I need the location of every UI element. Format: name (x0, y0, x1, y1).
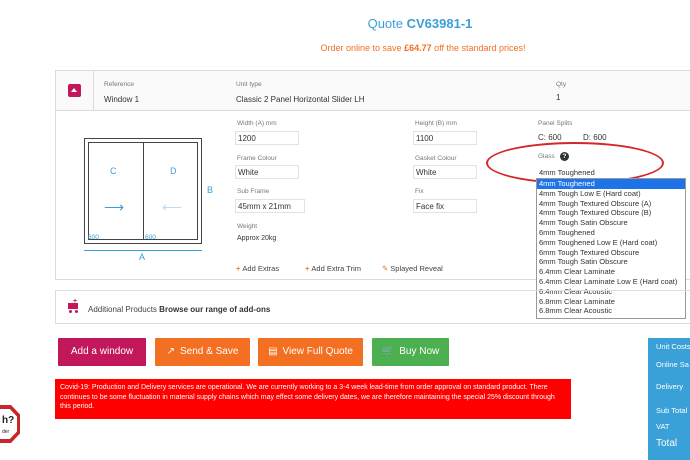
collapse-toggle-button[interactable] (68, 84, 81, 97)
send-save-label: Send & Save (180, 346, 239, 357)
split-d-input[interactable]: D: 600 (583, 133, 607, 142)
frame-colour-label: Frame Colour (237, 155, 277, 162)
unit-type-label: Unit type (236, 81, 262, 88)
trust-badge[interactable]: h? der (0, 405, 20, 443)
add-extra-trim-label: Add Extra Trim (311, 264, 361, 273)
reference-value[interactable]: Window 1 (104, 95, 139, 104)
promo-amount: £64.77 (404, 43, 432, 53)
vat-label: VAT (656, 422, 670, 431)
buy-now-button[interactable]: 🛒 Buy Now (372, 338, 449, 366)
frame-colour-select[interactable]: White (235, 165, 299, 179)
width-dimension-line (84, 250, 202, 251)
qty-label: Qty (556, 81, 567, 88)
delivery-label: Delivery (656, 382, 684, 391)
height-label: Height (B) mm (415, 120, 457, 127)
gasket-colour-select[interactable]: White (413, 165, 477, 179)
price-summary-panel: Unit Costs Online Sa Delivery Sub Total … (648, 338, 690, 460)
online-saving-label: Online Sa (656, 360, 689, 369)
quote-prefix: Quote (367, 16, 403, 31)
glass-option[interactable]: 4mm Tough Textured Obscure (A) (537, 199, 685, 209)
pane-label-left: C (110, 166, 117, 176)
qty-input[interactable]: 1 (556, 93, 560, 102)
edit-icon: ✎ (382, 264, 389, 273)
arrow-left-icon: ⟵ (162, 199, 183, 215)
promo-after: off the standard prices! (434, 43, 526, 53)
glass-option[interactable]: 4mm Tough Low E (Hard coat) (537, 189, 685, 199)
add-window-label: Add a window (70, 346, 134, 357)
fix-select[interactable]: Face fix (413, 199, 477, 213)
unit-costs-label: Unit Costs (656, 342, 690, 351)
additional-products-row: + Additional Products Browse our range o… (55, 290, 690, 324)
badge-text: h? (2, 415, 15, 426)
additional-products-prefix: Additional Products (88, 305, 157, 314)
promo-banner: Order online to save £64.77 off the stan… (0, 43, 690, 53)
glass-option[interactable]: 6mm Toughened Low E (Hard coat) (537, 238, 685, 248)
fix-label: Fix (415, 188, 424, 195)
quote-number: CV63981-1 (406, 16, 473, 31)
share-icon: ↗ (166, 346, 175, 357)
glass-option[interactable]: 6.4mm Clear Laminate (537, 267, 685, 277)
add-extra-trim-link[interactable]: + Add Extra Trim (305, 264, 361, 273)
unit-type-value[interactable]: Classic 2 Panel Horizontal Slider LH (236, 95, 365, 104)
view-full-quote-button[interactable]: ▤ View Full Quote (258, 338, 363, 366)
cart-plus-icon: + (66, 298, 80, 313)
weight-label: Weight (237, 223, 258, 230)
buy-now-label: Buy Now (399, 346, 440, 357)
send-save-button[interactable]: ↗ Send & Save (155, 338, 250, 366)
height-input[interactable]: 1100 (413, 131, 477, 145)
total-label: Total (656, 438, 678, 449)
plus-icon: + (236, 264, 241, 273)
glass-option[interactable]: 6mm Toughened (537, 228, 685, 238)
weight-value: Approx 20kg (237, 235, 277, 242)
glass-option[interactable]: 6.4mm Clear Laminate Low E (Hard coat) (537, 277, 685, 287)
width-dimension-letter: A (139, 252, 146, 262)
promo-before: Order online to save (320, 43, 402, 53)
plus-icon: + (305, 264, 310, 273)
height-dimension-letter: B (207, 185, 214, 195)
pane-width-left: 600 (88, 234, 99, 241)
sub-frame-select[interactable]: 45mm x 21mm (235, 199, 305, 213)
collapse-cell (56, 71, 94, 111)
splayed-reveal-link[interactable]: ✎ Splayed Reveal (382, 264, 443, 273)
add-extras-link[interactable]: + Add Extras (236, 264, 279, 273)
pane-width-right: 600 (145, 234, 156, 241)
splayed-reveal-label: Splayed Reveal (390, 264, 443, 273)
reference-label: Reference (104, 81, 134, 88)
document-icon: ▤ (268, 346, 278, 357)
panel-splits-label: Panel Splits (538, 120, 573, 127)
pane-label-right: D (170, 166, 177, 176)
additional-products-text: Additional Products Browse our range of … (88, 305, 270, 314)
arrow-right-icon: ⟶ (104, 199, 125, 215)
item-header-row (56, 71, 690, 111)
glass-option[interactable]: 4mm Toughened (537, 179, 685, 189)
add-extras-label: Add Extras (242, 264, 280, 273)
width-label: Width (A) mm (237, 120, 277, 127)
badge-subtext: der (2, 429, 10, 435)
add-window-button[interactable]: Add a window (58, 338, 146, 366)
split-c-input[interactable]: C: 600 (538, 133, 562, 142)
glass-option[interactable]: 4mm Tough Satin Obscure (537, 218, 685, 228)
covid-notice: Covid-19: Production and Delivery servic… (55, 379, 571, 419)
glass-option[interactable]: 6mm Tough Textured Obscure (537, 248, 685, 258)
view-full-quote-label: View Full Quote (282, 346, 353, 357)
gasket-colour-label: Gasket Colour (415, 155, 457, 162)
glass-option[interactable]: 4mm Tough Textured Obscure (B) (537, 208, 685, 218)
cart-icon: 🛒 (381, 346, 395, 357)
quote-title: Quote CV63981-1 (0, 16, 690, 31)
browse-addons-link[interactable]: Browse our range of add-ons (159, 305, 270, 314)
sub-frame-label: Sub Frame (237, 188, 270, 195)
window-drawing-meeting-rail (143, 142, 144, 240)
width-input[interactable]: 1200 (235, 131, 299, 145)
glass-option[interactable]: 6mm Tough Satin Obscure (537, 257, 685, 267)
extras-bar: + Add Extras + Add Extra Trim ✎ Splayed Rev… (230, 256, 540, 278)
sub-total-label: Sub Total (656, 406, 688, 415)
